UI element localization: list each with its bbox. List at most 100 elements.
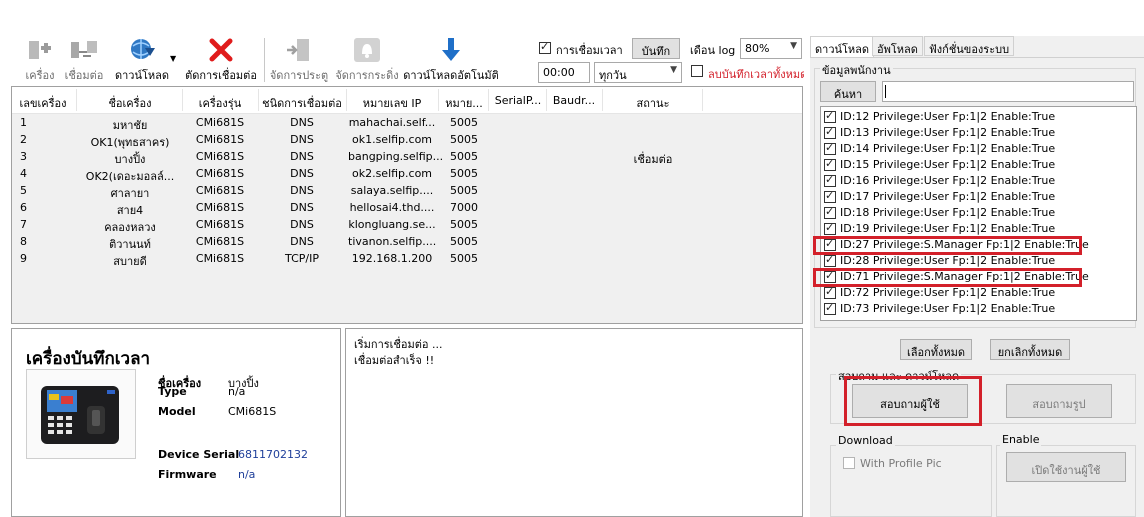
employee-checkbox[interactable] xyxy=(824,109,836,123)
door-manage-button[interactable]: จัดการประตู xyxy=(268,36,330,86)
device-cell: CMi681S xyxy=(195,235,245,248)
device-row[interactable]: 1 มหาชัย CMi681S DNS mahachai.self... 5005 xyxy=(12,115,802,132)
search-button[interactable]: ค้นหา xyxy=(820,81,876,102)
connect-button[interactable]: เชื่อมต่อ xyxy=(62,36,106,86)
deselect-all-button[interactable]: ยกเลิกทั้งหมด xyxy=(990,339,1070,360)
employee-checkbox[interactable] xyxy=(824,141,836,155)
highlight-box-query-user xyxy=(844,376,982,426)
device-cell: 8 xyxy=(20,235,27,248)
profile-pic-checkbox[interactable] xyxy=(843,457,855,469)
device-cell: DNS xyxy=(290,184,314,197)
device-cell: 5005 xyxy=(450,184,478,197)
tab-divider xyxy=(810,57,1144,58)
employee-checkbox[interactable] xyxy=(824,125,836,139)
col-header-number[interactable]: เลขเครื่อง xyxy=(12,94,74,112)
column-divider xyxy=(602,89,603,111)
device-cell: 5005 xyxy=(450,116,478,129)
device-row[interactable]: 6 สาย4 CMi681S DNS hellosai4.thd.... 7000 xyxy=(12,200,802,217)
employee-checkbox[interactable] xyxy=(824,157,836,171)
enable-group-label: Enable xyxy=(1000,433,1042,446)
device-model-value: CMi681S xyxy=(228,405,277,418)
query-photo-button[interactable]: สอบถามรูป xyxy=(1006,384,1112,418)
device-cell: salaya.selfip.... xyxy=(350,184,434,197)
device-row[interactable]: 5 ศาลายา CMi681S DNS salaya.selfip.... 5005 xyxy=(12,183,802,200)
device-cell: bangping.selfip... xyxy=(348,150,444,163)
device-row[interactable]: 4 OK2(เดอะมอลล์... CMi681S DNS ok2.selfip.co… xyxy=(12,166,802,183)
column-divider xyxy=(182,89,183,111)
bell-icon xyxy=(352,36,382,64)
col-header-serialport[interactable]: SerialP... xyxy=(490,94,546,107)
employee-label: ID:19 Privilege:User Fp:1|2 Enable:True xyxy=(840,222,1056,235)
search-input[interactable] xyxy=(882,81,1134,102)
device-cell: 5005 xyxy=(450,133,478,146)
tab-download[interactable]: ดาวน์โหลด xyxy=(810,36,875,58)
device-cell: CMi681S xyxy=(195,150,245,163)
text-cursor xyxy=(885,85,886,98)
device-row[interactable]: 3 บางปิ้ง CMi681S DNS bangping.selfip... 5005… xyxy=(12,149,802,166)
device-cell: CMi681S xyxy=(195,201,245,214)
col-header-port[interactable]: หมาย... xyxy=(440,94,488,112)
column-divider xyxy=(488,89,489,111)
log-month-select[interactable]: 80% ▼ xyxy=(740,38,802,59)
download-button[interactable]: ดาวน์โหลด xyxy=(110,36,174,86)
column-divider xyxy=(346,89,347,111)
device-row[interactable]: 7 คลองหลวง CMi681S DNS klongluang.se... 5005 xyxy=(12,217,802,234)
disconnect-button[interactable]: ตัดการเชื่อมต่อ xyxy=(180,36,262,86)
device-cell: CMi681S xyxy=(195,218,245,231)
device-row[interactable]: 8 ติวานนท์ CMi681S DNS tivanon.selfip.... 500… xyxy=(12,234,802,251)
auto-download-button[interactable]: ดาวน์โหลดอัตโนมัติ xyxy=(403,36,499,86)
select-all-button[interactable]: เลือกทั้งหมด xyxy=(900,339,972,360)
device-serial-value: 6811702132 xyxy=(238,448,308,461)
disconnect-icon xyxy=(206,36,236,64)
employee-checkbox[interactable] xyxy=(824,189,836,203)
device-info-panel: เครื่องบันทึกเวลา ชื่อเครื่อง บางปิ้ง Ty… xyxy=(11,328,341,517)
machine-label: เครื่อง xyxy=(25,69,55,82)
employee-checkbox[interactable] xyxy=(824,205,836,219)
col-header-name[interactable]: ชื่อเครื่อง xyxy=(78,94,182,112)
employee-label: ID:16 Privilege:User Fp:1|2 Enable:True xyxy=(840,174,1056,187)
employee-checkbox[interactable] xyxy=(824,173,836,187)
col-header-model[interactable]: เครื่องรุ่น xyxy=(184,94,256,112)
auto-download-label: ดาวน์โหลดอัตโนมัติ xyxy=(403,69,499,82)
employee-label: ID:18 Privilege:User Fp:1|2 Enable:True xyxy=(840,206,1056,219)
day-select[interactable]: ทุกวัน ▼ xyxy=(594,62,682,83)
employee-label: ID:72 Privilege:User Fp:1|2 Enable:True xyxy=(840,286,1056,299)
device-row[interactable]: 2 OK1(พุทธสาคร) CMi681S DNS ok1.selfip.com 50… xyxy=(12,132,802,149)
device-row[interactable]: 9 สบายดี CMi681S TCP/IP 192.168.1.200 5005 xyxy=(12,251,802,268)
time-sync-checkbox[interactable] xyxy=(539,40,551,54)
auto-download-icon xyxy=(436,36,466,64)
tab-system-functions[interactable]: ฟังก์ชั่นของระบบ xyxy=(924,36,1015,56)
device-firmware-value: n/a xyxy=(238,468,256,481)
main-toolbar: เครื่อง เชื่อมต่อ ดาวน์โหลด ▼ ตัดการเชื่… xyxy=(12,36,532,86)
connect-label: เชื่อมต่อ xyxy=(64,69,104,82)
machine-button[interactable]: เครื่อง xyxy=(20,36,60,86)
right-panel: ดาวน์โหลด อัพโหลด ฟังก์ชั่นของระบบ ข้อมู… xyxy=(810,36,1144,517)
device-cell: DNS xyxy=(290,201,314,214)
device-cell: DNS xyxy=(290,150,314,163)
download-label: ดาวน์โหลด xyxy=(114,69,170,82)
device-cell: CMi681S xyxy=(195,133,245,146)
bell-manage-button[interactable]: จัดการกระดิ่ง xyxy=(334,36,400,86)
employee-checkbox[interactable] xyxy=(824,253,836,267)
col-header-ip[interactable]: หมายเลข IP xyxy=(348,94,436,112)
save-button[interactable]: บันทึก xyxy=(632,38,680,59)
time-input[interactable]: 00:00 xyxy=(538,62,590,83)
col-header-status[interactable]: สถานะ xyxy=(604,94,702,112)
device-cell: DNS xyxy=(290,133,314,146)
enable-user-button[interactable]: เปิดใช้งานผู้ใช้ xyxy=(1006,452,1126,482)
employee-checkbox[interactable] xyxy=(824,301,836,315)
col-header-baudrate[interactable]: Baudr... xyxy=(548,94,600,107)
tab-upload[interactable]: อัพโหลด xyxy=(872,36,923,56)
column-divider xyxy=(438,89,439,111)
device-cell: 1 xyxy=(20,116,27,129)
employee-label: ID:28 Privilege:User Fp:1|2 Enable:True xyxy=(840,254,1056,267)
clear-log-checkbox[interactable] xyxy=(691,65,703,77)
employee-checkbox[interactable] xyxy=(824,221,836,235)
column-divider xyxy=(702,89,703,111)
employee-checkbox[interactable] xyxy=(824,285,836,299)
profile-pic-label: With Profile Pic xyxy=(860,457,942,470)
col-header-connection[interactable]: ชนิดการเชื่อมต่อ xyxy=(260,94,344,112)
download-dropdown-arrow-icon[interactable]: ▼ xyxy=(170,54,176,63)
device-cell: 192.168.1.200 xyxy=(351,252,433,265)
employee-label: ID:14 Privilege:User Fp:1|2 Enable:True xyxy=(840,142,1056,155)
